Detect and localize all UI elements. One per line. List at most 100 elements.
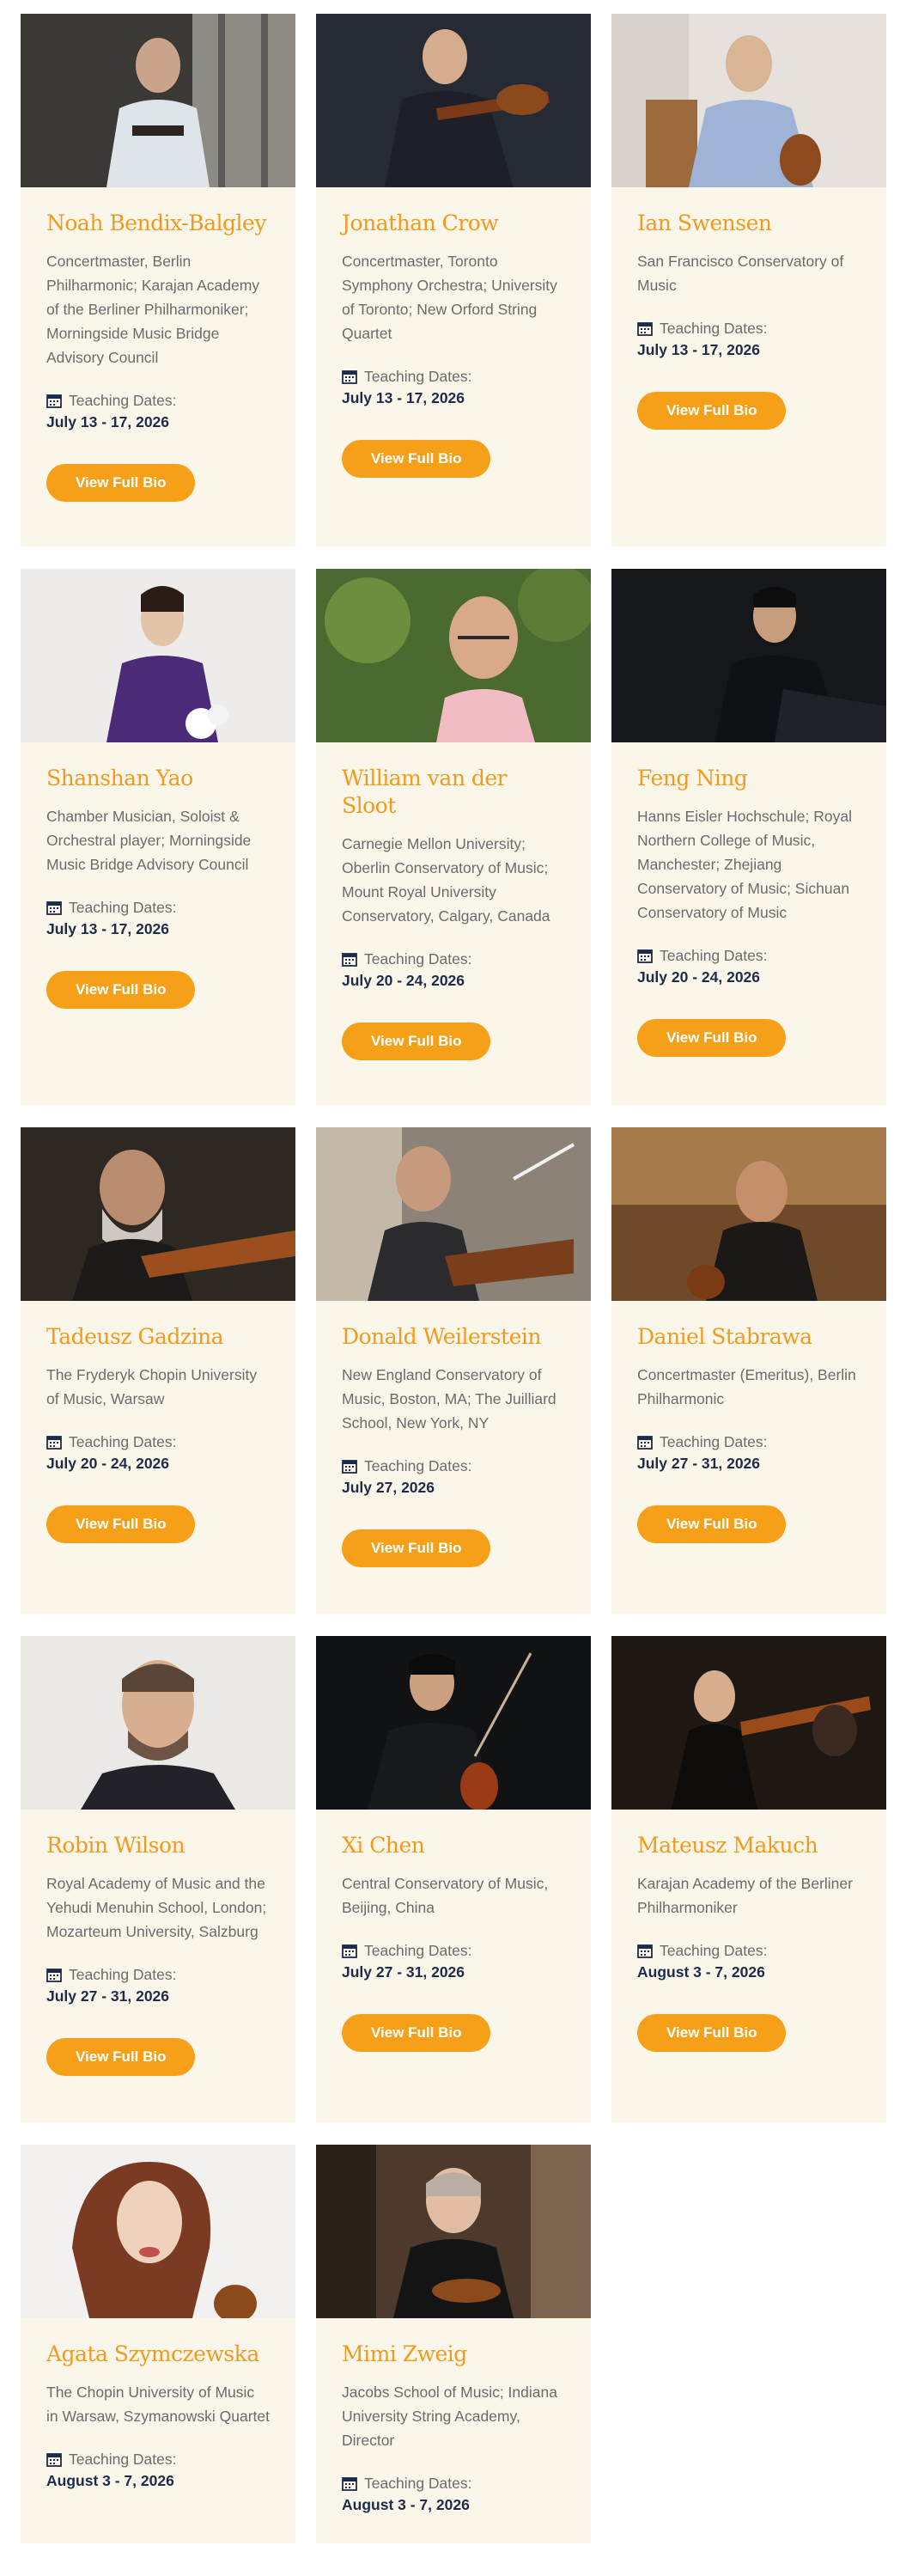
teaching-dates-label: Teaching Dates:: [46, 1431, 270, 1452]
calendar-icon: [46, 393, 62, 408]
faculty-photo: [21, 569, 295, 742]
faculty-card: Ian Swensen San Francisco Conservatory o…: [611, 14, 886, 546]
calendar-icon: [342, 1458, 357, 1474]
faculty-affiliation: Concertmaster, Berlin Philharmonic; Kara…: [46, 253, 260, 366]
teaching-dates-label: Teaching Dates:: [342, 1456, 565, 1476]
teaching-dates-label: Teaching Dates:: [637, 318, 860, 339]
faculty-affiliation: Carnegie Mellon University; Oberlin Cons…: [342, 835, 550, 925]
view-full-bio-button[interactable]: View Full Bio: [637, 2014, 787, 2052]
faculty-affiliation: Royal Academy of Music and the Yehudi Me…: [46, 1875, 267, 1940]
teaching-dates-label: Teaching Dates:: [637, 1431, 860, 1452]
faculty-affiliation: Concertmaster, Toronto Symphony Orchestr…: [342, 253, 557, 342]
faculty-photo: [316, 2145, 591, 2318]
faculty-photo: [611, 1127, 886, 1301]
view-full-bio-button[interactable]: View Full Bio: [342, 440, 491, 478]
teaching-dates-value: July 27, 2026: [342, 1479, 435, 1496]
teaching-dates-value: July 13 - 17, 2026: [637, 341, 761, 358]
view-full-bio-button[interactable]: View Full Bio: [46, 971, 196, 1009]
teaching-dates-value: July 20 - 24, 2026: [637, 968, 761, 986]
faculty-affiliation: San Francisco Conservatory of Music: [637, 253, 844, 294]
faculty-photo: [21, 1127, 295, 1301]
faculty-name: Daniel Stabrawa: [637, 1324, 812, 1349]
faculty-name: Feng Ning: [637, 766, 748, 791]
calendar-icon: [342, 1943, 357, 1958]
faculty-card: Xi Chen Central Conservatory of Music, B…: [316, 1636, 591, 2122]
calendar-icon: [46, 1434, 62, 1450]
faculty-card: Shanshan Yao Chamber Musician, Soloist &…: [21, 569, 295, 1105]
faculty-affiliation: Concertmaster (Emeritus), Berlin Philhar…: [637, 1366, 856, 1407]
teaching-dates-label: Teaching Dates:: [342, 1940, 565, 1961]
teaching-dates-value: July 27 - 31, 2026: [342, 1963, 465, 1981]
calendar-icon: [637, 1943, 653, 1958]
teaching-dates-value: August 3 - 7, 2026: [46, 2472, 174, 2489]
view-full-bio-button[interactable]: View Full Bio: [46, 2038, 196, 2076]
view-full-bio-button[interactable]: View Full Bio: [46, 464, 196, 502]
view-full-bio-button[interactable]: View Full Bio: [342, 1022, 491, 1060]
teaching-dates-label: Teaching Dates:: [637, 945, 860, 966]
faculty-card: Robin Wilson Royal Academy of Music and …: [21, 1636, 295, 2122]
view-full-bio-button[interactable]: View Full Bio: [637, 392, 787, 430]
faculty-name: Agata Szymczewska: [46, 2341, 259, 2366]
faculty-name: Xi Chen: [342, 1833, 425, 1858]
faculty-name: Robin Wilson: [46, 1833, 185, 1858]
faculty-name: Shanshan Yao: [46, 766, 193, 791]
faculty-name: Jonathan Crow: [342, 211, 499, 235]
calendar-icon: [46, 900, 62, 915]
faculty-affiliation: The Fryderyk Chopin University of Music,…: [46, 1366, 258, 1407]
faculty-name: Mimi Zweig: [342, 2341, 467, 2366]
teaching-dates-value: July 13 - 17, 2026: [46, 920, 170, 937]
calendar-icon: [637, 1434, 653, 1450]
teaching-dates-label: Teaching Dates:: [46, 2449, 270, 2469]
faculty-card: Agata Szymczewska The Chopin University …: [21, 2145, 295, 2543]
faculty-affiliation: Karajan Academy of the Berliner Philharm…: [637, 1875, 853, 1916]
faculty-card: Mimi Zweig Jacobs School of Music; India…: [316, 2145, 591, 2543]
faculty-photo: [316, 1127, 591, 1301]
teaching-dates-label: Teaching Dates:: [46, 1964, 270, 1985]
faculty-affiliation: New England Conservatory of Music, Bosto…: [342, 1366, 556, 1431]
calendar-icon: [342, 951, 357, 967]
view-full-bio-button[interactable]: View Full Bio: [342, 1529, 491, 1567]
calendar-icon: [342, 369, 357, 384]
faculty-name: Ian Swensen: [637, 211, 772, 235]
teaching-dates-label: Teaching Dates:: [46, 390, 270, 411]
faculty-card: Mateusz Makuch Karajan Academy of the Be…: [611, 1636, 886, 2122]
faculty-affiliation: Central Conservatory of Music, Beijing, …: [342, 1875, 549, 1916]
view-full-bio-button[interactable]: View Full Bio: [342, 2014, 491, 2052]
calendar-icon: [637, 948, 653, 963]
faculty-photo: [21, 14, 295, 187]
faculty-photo: [21, 1636, 295, 1810]
teaching-dates-value: July 20 - 24, 2026: [46, 1455, 170, 1472]
faculty-card: Tadeusz Gadzina The Fryderyk Chopin Univ…: [21, 1127, 295, 1614]
teaching-dates-label: Teaching Dates:: [342, 949, 565, 969]
faculty-photo: [316, 569, 591, 742]
teaching-dates-value: July 13 - 17, 2026: [342, 389, 465, 406]
view-full-bio-button[interactable]: View Full Bio: [637, 1505, 787, 1543]
faculty-name: Tadeusz Gadzina: [46, 1324, 224, 1349]
faculty-photo: [316, 14, 591, 187]
faculty-name: William van der Sloot: [342, 766, 508, 818]
faculty-card: Jonathan Crow Concertmaster, Toronto Sym…: [316, 14, 591, 546]
teaching-dates-value: July 27 - 31, 2026: [637, 1455, 761, 1472]
teaching-dates-label: Teaching Dates:: [342, 366, 565, 387]
faculty-name: Noah Bendix-Balgley: [46, 211, 266, 235]
faculty-affiliation: Hanns Eisler Hochschule; Royal Northern …: [637, 808, 852, 921]
faculty-photo: [316, 1636, 591, 1810]
faculty-name: Mateusz Makuch: [637, 1833, 818, 1858]
faculty-card: Daniel Stabrawa Concertmaster (Emeritus)…: [611, 1127, 886, 1614]
faculty-card: Feng Ning Hanns Eisler Hochschule; Royal…: [611, 569, 886, 1105]
faculty-photo: [611, 14, 886, 187]
faculty-photo: [611, 569, 886, 742]
calendar-icon: [46, 2451, 62, 2467]
teaching-dates-label: Teaching Dates:: [342, 2473, 565, 2494]
faculty-affiliation: Chamber Musician, Soloist & Orchestral p…: [46, 808, 252, 873]
calendar-icon: [637, 320, 653, 336]
faculty-affiliation: Jacobs School of Music; Indiana Universi…: [342, 2384, 557, 2449]
teaching-dates-value: July 27 - 31, 2026: [46, 1987, 170, 2005]
teaching-dates-label: Teaching Dates:: [46, 897, 270, 918]
teaching-dates-value: July 13 - 17, 2026: [46, 413, 170, 430]
view-full-bio-button[interactable]: View Full Bio: [637, 1019, 787, 1057]
calendar-icon: [46, 1967, 62, 1982]
faculty-card: Donald Weilerstein New England Conservat…: [316, 1127, 591, 1614]
faculty-photo: [611, 1636, 886, 1810]
view-full-bio-button[interactable]: View Full Bio: [46, 1505, 196, 1543]
